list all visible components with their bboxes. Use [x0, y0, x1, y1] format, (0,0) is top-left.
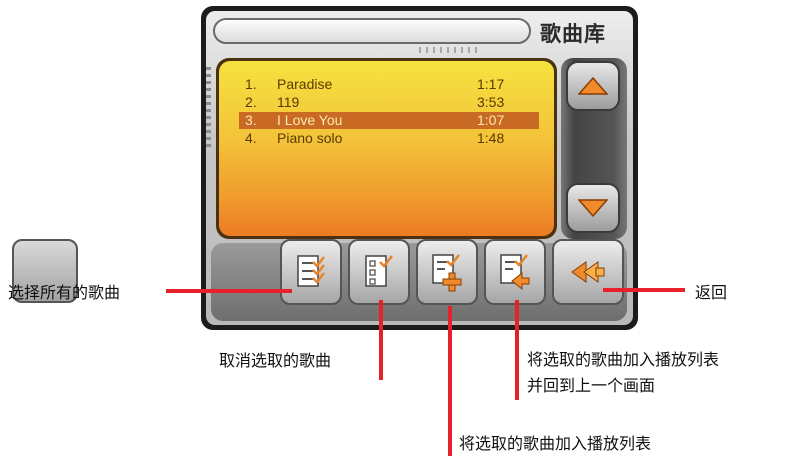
title-bar-pill [213, 18, 531, 44]
song-name: 119 [277, 94, 300, 110]
page-title: 歌曲库 [540, 21, 606, 46]
checklist-all-icon [297, 255, 325, 287]
song-list: 1. Paradise 1:17 2. 119 3:53 3. I Love Y… [219, 61, 554, 236]
double-arrow-left-icon [571, 261, 605, 283]
song-duration: 3:53 [477, 94, 505, 110]
callout-line-select-all [166, 289, 292, 293]
edge-marks [206, 67, 211, 147]
song-duration: 1:17 [477, 76, 505, 92]
checklist-return-icon [500, 254, 530, 291]
scroll-up-button[interactable] [566, 61, 620, 111]
add-to-playlist-button[interactable] [416, 239, 478, 305]
callout-line-add-return [515, 300, 519, 400]
song-index: 1. [245, 76, 257, 92]
arrow-down-icon [578, 199, 608, 217]
song-row[interactable]: 1. Paradise 1:17 [239, 76, 539, 93]
checklist-one-icon [365, 255, 393, 287]
scroll-down-button[interactable] [566, 183, 620, 233]
drag-grip [419, 47, 479, 53]
song-index: 4. [245, 130, 257, 146]
song-row[interactable]: 4. Piano solo 1:48 [239, 130, 539, 147]
checklist-add-icon [432, 254, 462, 292]
song-duration: 1:48 [477, 130, 505, 146]
callout-back: 返回 [695, 283, 728, 302]
callout-add-and-return-line2: 并回到上一个画面 [527, 376, 656, 395]
song-name: I Love You [277, 112, 343, 128]
callout-deselect: 取消选取的歌曲 [219, 351, 332, 370]
song-duration: 1:07 [477, 112, 505, 128]
callout-line-add [448, 306, 452, 456]
song-list-panel: 1. Paradise 1:17 2. 119 3:53 3. I Love Y… [216, 58, 557, 239]
song-name: Paradise [277, 76, 333, 92]
callout-add-to-playlist: 将选取的歌曲加入播放列表 [459, 434, 652, 453]
callout-line-back [603, 288, 685, 292]
callout-add-and-return-line1: 将选取的歌曲加入播放列表 [527, 350, 720, 369]
deselect-button[interactable] [348, 239, 410, 305]
song-row[interactable]: 2. 119 3:53 [239, 94, 539, 111]
song-index: 3. [245, 112, 257, 128]
back-button[interactable] [552, 239, 624, 305]
song-name: Piano solo [277, 130, 343, 146]
callout-line-deselect [379, 300, 383, 380]
callout-select-all: 选择所有的歌曲 [8, 283, 121, 302]
arrow-up-icon [578, 77, 608, 95]
select-all-button[interactable] [280, 239, 342, 305]
song-index: 2. [245, 94, 257, 110]
add-and-return-button[interactable] [484, 239, 546, 305]
song-row-selected[interactable]: 3. I Love You 1:07 [239, 112, 539, 129]
